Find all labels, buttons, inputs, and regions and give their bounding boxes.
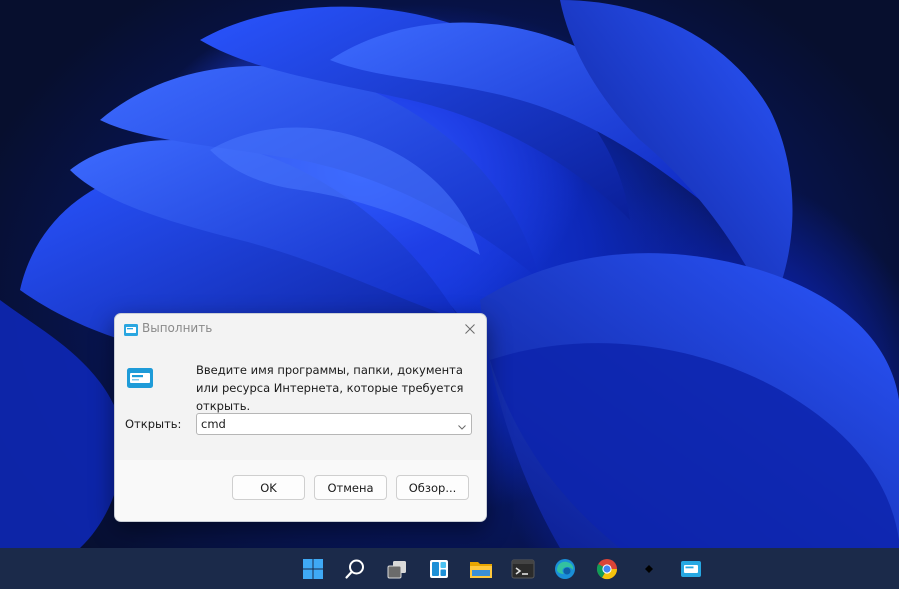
run-icon bbox=[126, 367, 154, 389]
folder-icon bbox=[469, 561, 492, 578]
dialog-titlebar[interactable]: Выполнить bbox=[115, 314, 486, 344]
edge-button[interactable] bbox=[549, 553, 581, 585]
run-taskbar-button[interactable] bbox=[675, 553, 707, 585]
chevron-down-icon bbox=[458, 425, 466, 430]
search-button[interactable] bbox=[339, 553, 371, 585]
windows-logo-icon bbox=[302, 558, 323, 579]
task-view-icon bbox=[387, 560, 406, 578]
command-input[interactable] bbox=[201, 415, 451, 433]
terminal-button[interactable] bbox=[507, 553, 539, 585]
open-label: Открыть: bbox=[125, 417, 182, 431]
chrome-button[interactable] bbox=[591, 553, 623, 585]
search-icon bbox=[344, 559, 364, 579]
widgets-button[interactable] bbox=[423, 553, 455, 585]
run-icon bbox=[123, 322, 139, 336]
dialog-title: Выполнить bbox=[142, 321, 213, 335]
edge-icon bbox=[554, 558, 575, 579]
terminal-icon bbox=[511, 559, 534, 578]
run-icon bbox=[680, 560, 701, 577]
cancel-button[interactable]: Отмена bbox=[314, 475, 387, 500]
command-combobox[interactable] bbox=[196, 413, 472, 435]
widgets-icon bbox=[429, 559, 448, 578]
small-app-button[interactable] bbox=[633, 553, 665, 585]
close-icon bbox=[465, 324, 475, 334]
dialog-description: Введите имя программы, папки, документа … bbox=[196, 363, 464, 413]
browse-button[interactable]: Обзор... bbox=[396, 475, 469, 500]
task-view-button[interactable] bbox=[381, 553, 413, 585]
taskbar bbox=[0, 548, 899, 589]
run-dialog: Выполнить Введите имя программы, папки, … bbox=[114, 313, 487, 522]
close-button[interactable] bbox=[454, 314, 486, 344]
file-explorer-button[interactable] bbox=[465, 553, 497, 585]
ok-button[interactable]: OK bbox=[232, 475, 305, 500]
small-app-icon bbox=[644, 564, 653, 573]
dropdown-button[interactable] bbox=[456, 418, 468, 430]
start-button[interactable] bbox=[297, 553, 329, 585]
chrome-icon bbox=[596, 558, 617, 579]
